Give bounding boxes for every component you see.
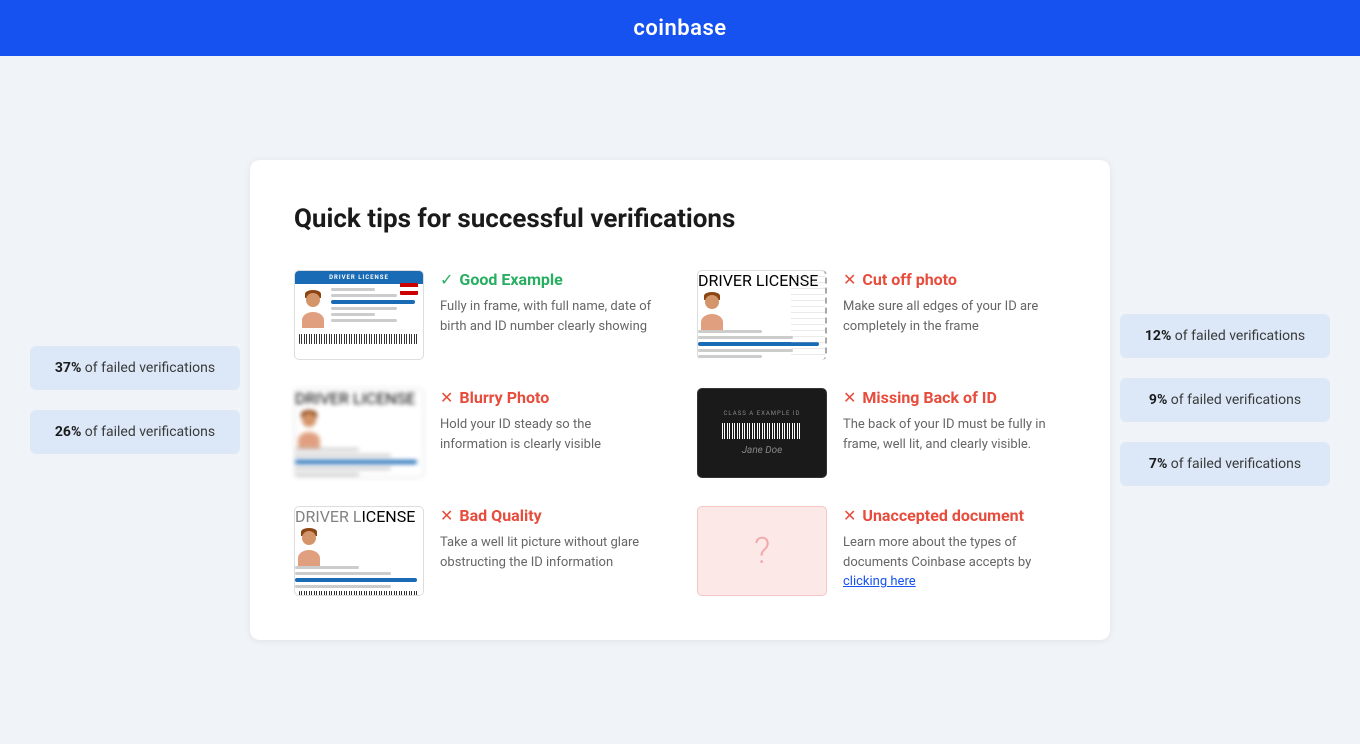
tip-title-text-good: Good Example: [459, 270, 562, 289]
tip-title-text-cutoff: Cut off photo: [862, 270, 957, 289]
id-mockup-unknown: ?: [697, 506, 827, 596]
id-barcode: [299, 334, 419, 344]
tip-title-unaccepted: ✕ Unaccepted document: [843, 506, 1060, 525]
coinbase-logo: coinbase: [633, 16, 726, 41]
header: coinbase: [0, 0, 1360, 56]
tips-grid: DRIVER LICENSE: [294, 270, 1060, 596]
right-stat-2: 9% of failed verifications: [1120, 378, 1330, 422]
back-signature: Jane Doe: [742, 445, 783, 456]
tip-title-cutoff: ✕ Cut off photo: [843, 270, 1060, 289]
tip-title-text-blurry: Blurry Photo: [459, 388, 549, 407]
right-stat-1-percent: 12%: [1145, 328, 1171, 344]
left-stat-1-percent: 37%: [55, 360, 81, 376]
right-stat-3: 7% of failed verifications: [1120, 442, 1330, 486]
right-stat-2-label: of failed verifications: [1171, 392, 1301, 408]
question-mark-icon: ?: [754, 530, 770, 572]
checkmark-icon: ✓: [440, 270, 453, 289]
tip-desc-unaccepted: Learn more about the types of documents …: [843, 533, 1060, 592]
right-stat-3-label: of failed verifications: [1171, 456, 1301, 472]
avatar-body-3: [298, 432, 320, 448]
avatar-head-5: [302, 531, 316, 545]
id-mockup-back: Class A Example ID Jane Doe: [697, 388, 827, 478]
tip-desc-bad: Take a well lit picture without glare ob…: [440, 533, 657, 572]
tip-unaccepted: ? ✕ Unaccepted document Learn more about…: [697, 506, 1060, 596]
id-mockup-cutoff: DRIVER LICENSE: [697, 270, 827, 360]
tip-content-blurry: ✕ Blurry Photo Hold your ID steady so th…: [440, 388, 657, 454]
main-card: Quick tips for successful verifications …: [250, 160, 1110, 640]
tip-good-example: DRIVER LICENSE: [294, 270, 657, 360]
tip-title-text-unaccepted: Unaccepted document: [862, 506, 1024, 525]
avatar-head-2: [705, 295, 719, 309]
x-icon-back: ✕: [843, 388, 856, 407]
right-stat-1: 12% of failed verifications: [1120, 314, 1330, 358]
x-icon-unaccepted: ✕: [843, 506, 856, 525]
tip-title-bad: ✕ Bad Quality: [440, 506, 657, 525]
x-icon-blurry: ✕: [440, 388, 453, 407]
tip-missing-back: Class A Example ID Jane Doe ✕ Missing Ba…: [697, 388, 1060, 478]
tip-content-good: ✓ Good Example Fully in frame, with full…: [440, 270, 657, 336]
x-icon-cutoff: ✕: [843, 270, 856, 289]
back-barcode: [722, 423, 802, 439]
left-stat-1-label: of failed verifications: [85, 360, 215, 376]
clicking-here-link[interactable]: clicking here: [843, 574, 916, 589]
tip-title-text-bad: Bad Quality: [459, 506, 541, 525]
tip-cutoff: DRIVER LICENSE: [697, 270, 1060, 360]
right-stat-3-percent: 7%: [1149, 456, 1167, 472]
tip-content-cutoff: ✕ Cut off photo Make sure all edges of y…: [843, 270, 1060, 336]
page-body: 37% of failed verifications 26% of faile…: [0, 56, 1360, 744]
id-mockup-bad: DRIVER LICENSE: [294, 506, 424, 596]
tip-desc-good: Fully in frame, with full name, date of …: [440, 297, 657, 336]
tip-content-back: ✕ Missing Back of ID The back of your ID…: [843, 388, 1060, 454]
avatar-body-2: [701, 314, 723, 330]
page-title: Quick tips for successful verifications: [294, 204, 1060, 234]
x-icon-bad: ✕: [440, 506, 453, 525]
tip-content-bad: ✕ Bad Quality Take a well lit picture wi…: [440, 506, 657, 572]
id-flag: [400, 283, 418, 295]
tip-title-back: ✕ Missing Back of ID: [843, 388, 1060, 407]
tip-desc-back: The back of your ID must be fully in fra…: [843, 415, 1060, 454]
tip-blurry: DRIVER LICENSE: [294, 388, 657, 478]
tip-title-text-back: Missing Back of ID: [862, 388, 996, 407]
avatar-body-5: [298, 550, 320, 566]
back-label: Class A Example ID: [724, 410, 801, 417]
left-stats: 37% of failed verifications 26% of faile…: [30, 346, 240, 454]
tip-content-unaccepted: ✕ Unaccepted document Learn more about t…: [843, 506, 1060, 592]
tip-desc-blurry: Hold your ID steady so the information i…: [440, 415, 657, 454]
id-mockup-blurry: DRIVER LICENSE: [294, 388, 424, 478]
avatar-body: [302, 312, 324, 328]
left-stat-2: 26% of failed verifications: [30, 410, 240, 454]
left-stat-2-label: of failed verifications: [85, 424, 215, 440]
tip-bad-quality: DRIVER LICENSE: [294, 506, 657, 596]
left-stat-1: 37% of failed verifications: [30, 346, 240, 390]
avatar-head-3: [302, 413, 316, 427]
tip-title-good: ✓ Good Example: [440, 270, 657, 289]
right-stat-1-label: of failed verifications: [1175, 328, 1305, 344]
avatar-head: [306, 293, 320, 307]
id-mockup-good: DRIVER LICENSE: [294, 270, 424, 360]
right-stat-2-percent: 9%: [1149, 392, 1167, 408]
tip-desc-cutoff: Make sure all edges of your ID are compl…: [843, 297, 1060, 336]
left-stat-2-percent: 26%: [55, 424, 81, 440]
id-barcode-5: [299, 591, 419, 596]
tip-title-blurry: ✕ Blurry Photo: [440, 388, 657, 407]
right-stats: 12% of failed verifications 9% of failed…: [1120, 314, 1330, 486]
